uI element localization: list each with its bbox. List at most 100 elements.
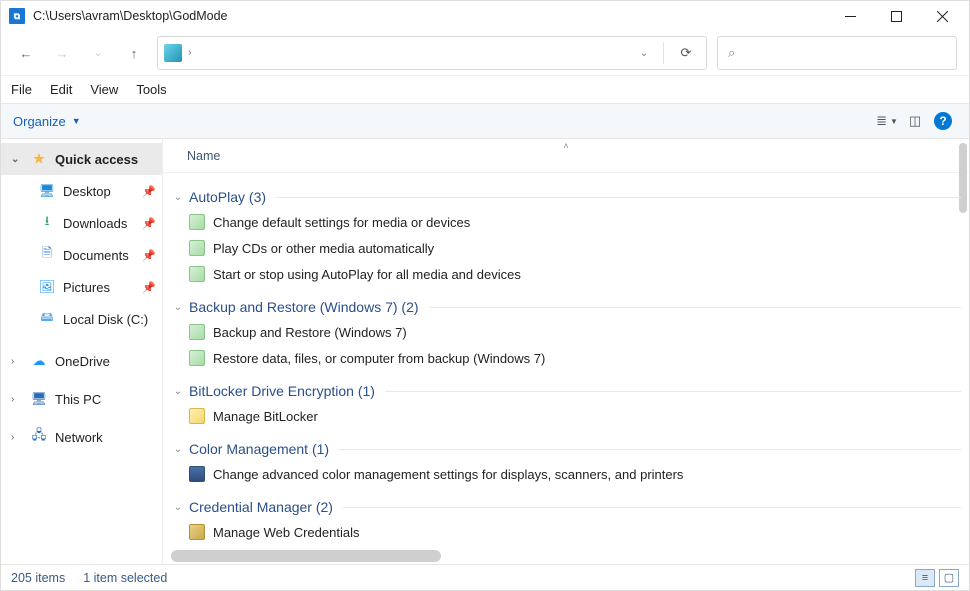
menu-edit[interactable]: Edit <box>50 82 72 97</box>
list-item[interactable]: Manage BitLocker <box>171 403 961 429</box>
recent-dropdown[interactable]: ⌄ <box>85 40 111 66</box>
nav-toolbar: ← → ⌄ ↑ › ⌄ ⟳ ⌕ <box>1 31 969 75</box>
sidebar-item-pictures[interactable]: 🖼 Pictures 📌 <box>1 271 162 303</box>
content-pane: ˄ Name ⌄ AutoPlay (3) Change default setti… <box>163 139 969 564</box>
item-label: Start or stop using AutoPlay for all med… <box>213 267 521 282</box>
pc-icon: 🖥 <box>31 391 47 407</box>
column-header-name[interactable]: ˄ Name <box>163 139 969 173</box>
back-button[interactable]: ← <box>13 40 39 66</box>
item-label: Change advanced color management setting… <box>213 467 683 482</box>
list-item[interactable]: Play CDs or other media automatically <box>171 235 961 261</box>
breadcrumb-separator-icon: › <box>188 47 192 59</box>
list-item[interactable]: Manage Web Credentials <box>171 519 961 545</box>
up-button[interactable]: ↑ <box>121 40 147 66</box>
status-selection: 1 item selected <box>83 571 167 585</box>
menu-tools[interactable]: Tools <box>136 82 166 97</box>
list-icon: ≣ <box>876 113 887 129</box>
view-options-button[interactable]: ≣ ▼ <box>873 107 901 135</box>
folder-icon <box>164 44 182 62</box>
address-bar[interactable]: › ⌄ ⟳ <box>157 36 707 70</box>
sidebar-quick-access[interactable]: ⌄ ★ Quick access <box>1 143 162 175</box>
item-label: Backup and Restore (Windows 7) <box>213 325 407 340</box>
preview-pane-button[interactable]: ◫ <box>901 107 929 135</box>
menu-file[interactable]: File <box>11 82 32 97</box>
group-header[interactable]: ⌄Backup and Restore (Windows 7) (2) <box>171 295 961 319</box>
chevron-down-icon: ⌄ <box>11 154 23 165</box>
minimize-button[interactable] <box>827 1 873 31</box>
chevron-down-icon: ⌄ <box>171 386 185 397</box>
list-item[interactable]: Start or stop using AutoPlay for all med… <box>171 261 961 287</box>
group-header[interactable]: ⌄ Credential Manager (2) <box>171 495 961 519</box>
sidebar-item-documents[interactable]: 🗎 Documents 📌 <box>1 239 162 271</box>
thumbnails-view-button[interactable]: ▢ <box>939 569 959 587</box>
chevron-down-icon: ⌄ <box>171 192 185 203</box>
group-header[interactable]: ⌄ BitLocker Drive Encryption (1) <box>171 379 961 403</box>
item-label: Manage Web Credentials <box>213 525 359 540</box>
search-icon: ⌕ <box>728 45 735 61</box>
star-icon: ★ <box>31 151 47 167</box>
explorer-window: ⧉ C:\Users\avram\Desktop\GodMode ← → ⌄ ↑… <box>0 0 970 591</box>
status-bar: 205 items 1 item selected ≡ ▢ <box>1 564 969 590</box>
group-name: Backup and Restore (Windows 7) (2) <box>189 299 419 315</box>
forward-button[interactable]: → <box>49 40 75 66</box>
pin-icon: 📌 <box>142 249 156 262</box>
sort-ascending-icon: ˄ <box>563 141 568 151</box>
control-panel-icon <box>189 240 205 256</box>
list-item[interactable]: Backup and Restore (Windows 7) <box>171 319 961 345</box>
network-icon: 🖧 <box>31 429 47 445</box>
control-panel-icon <box>189 266 205 282</box>
sidebar-item-network[interactable]: › 🖧 Network <box>1 421 162 453</box>
maximize-button[interactable] <box>873 1 919 31</box>
item-label: Restore data, files, or computer from ba… <box>213 351 545 366</box>
group-name: AutoPlay (3) <box>189 189 266 205</box>
sidebar-item-onedrive[interactable]: › ☁ OneDrive <box>1 345 162 377</box>
control-panel-icon <box>189 350 205 366</box>
help-button[interactable]: ? <box>929 107 957 135</box>
item-label: Play CDs or other media automatically <box>213 241 434 256</box>
menu-view[interactable]: View <box>90 82 118 97</box>
sidebar-item-downloads[interactable]: ⭳ Downloads 📌 <box>1 207 162 239</box>
desktop-icon: 🖥 <box>39 183 55 199</box>
list-item[interactable]: Change advanced color management setting… <box>171 461 961 487</box>
group-header[interactable]: ⌄ AutoPlay (3) <box>171 185 961 209</box>
control-panel-icon <box>189 466 205 482</box>
pin-icon: 📌 <box>142 281 156 294</box>
pin-icon: 📌 <box>142 185 156 198</box>
close-button[interactable] <box>919 1 965 31</box>
sidebar-item-local-disk[interactable]: 🖴 Local Disk (C:) <box>1 303 162 335</box>
drive-icon: 🖴 <box>39 311 55 327</box>
control-panel-icon <box>189 324 205 340</box>
item-label: Manage BitLocker <box>213 409 318 424</box>
address-dropdown-icon[interactable]: ⌄ <box>633 48 655 59</box>
sidebar-item-this-pc[interactable]: › 🖥 This PC <box>1 383 162 415</box>
app-icon: ⧉ <box>9 8 25 24</box>
group-name: Credential Manager (2) <box>189 499 333 515</box>
sidebar-item-desktop[interactable]: 🖥 Desktop 📌 <box>1 175 162 207</box>
group-header[interactable]: ⌄ Color Management (1) <box>171 437 961 461</box>
status-item-count: 205 items <box>11 571 65 585</box>
group-name: BitLocker Drive Encryption (1) <box>189 383 375 399</box>
group-name: Color Management (1) <box>189 441 329 457</box>
pane-icon: ◫ <box>909 113 921 129</box>
menubar: File Edit View Tools <box>1 75 969 103</box>
chevron-right-icon: › <box>11 356 23 367</box>
horizontal-scrollbar[interactable] <box>171 550 441 562</box>
organize-button[interactable]: Organize ▼ <box>13 114 81 129</box>
chevron-down-icon: ▼ <box>890 117 898 126</box>
control-panel-icon <box>189 408 205 424</box>
chevron-down-icon: ▼ <box>72 116 81 126</box>
list-item[interactable]: Restore data, files, or computer from ba… <box>171 345 961 371</box>
refresh-button[interactable]: ⟳ <box>672 45 700 61</box>
titlebar: ⧉ C:\Users\avram\Desktop\GodMode <box>1 1 969 31</box>
search-input[interactable]: ⌕ <box>717 36 957 70</box>
list-item[interactable]: Change default settings for media or dev… <box>171 209 961 235</box>
chevron-right-icon: › <box>11 394 23 405</box>
chevron-down-icon: ⌄ <box>171 444 185 455</box>
details-view-button[interactable]: ≡ <box>915 569 935 587</box>
help-icon: ? <box>934 112 952 130</box>
pictures-icon: 🖼 <box>39 279 55 295</box>
cloud-icon: ☁ <box>31 353 47 369</box>
download-icon: ⭳ <box>39 215 55 231</box>
chevron-down-icon: ⌄ <box>171 502 185 513</box>
item-list: ⌄ AutoPlay (3) Change default settings for… <box>163 173 961 564</box>
